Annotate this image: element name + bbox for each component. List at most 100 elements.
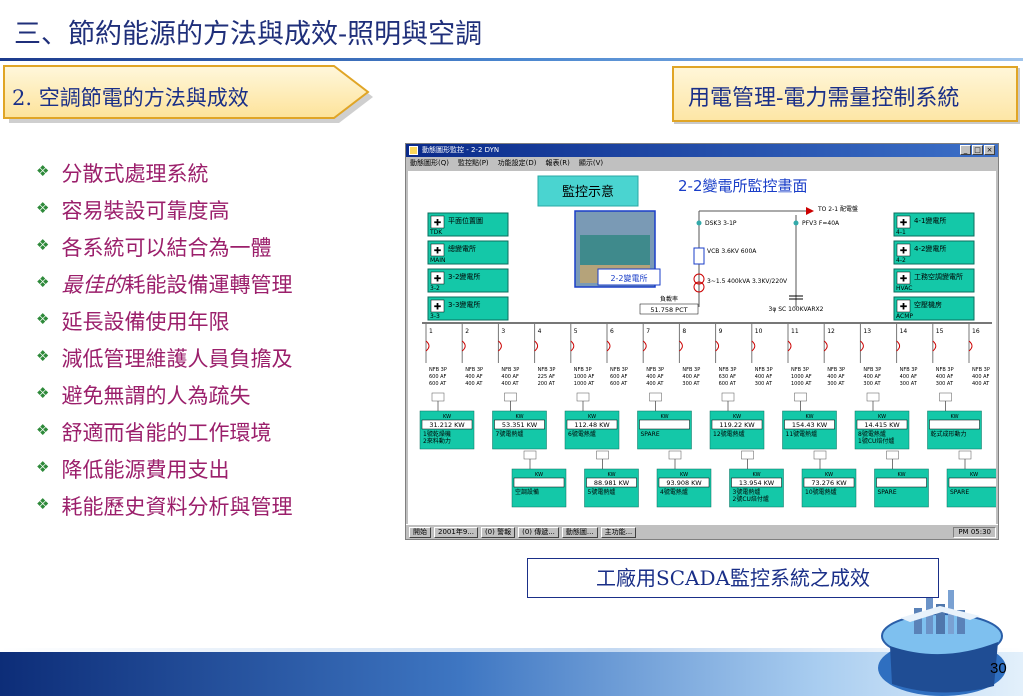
- menu-monitor-points[interactable]: 監控點(P): [458, 157, 489, 169]
- scada-screen-title: 2-2變電所監控畫面: [678, 177, 808, 195]
- nav-cross-glyph: ✚: [434, 247, 442, 257]
- menu-settings[interactable]: 功能設定(D): [498, 157, 537, 169]
- pfv-indicator: [793, 220, 799, 226]
- transformer-label: 3~1.5 400kVA 3.3KV/220V: [707, 278, 788, 285]
- taskbar-item[interactable]: 動態圖...: [561, 526, 598, 538]
- menu-reports[interactable]: 報表(R): [546, 157, 570, 169]
- nfb-rating: 300 AT: [863, 381, 881, 387]
- menu-display[interactable]: 顯示(V): [579, 157, 603, 169]
- nfb-rating: NFB 3P: [900, 367, 918, 373]
- bullet-list: ❖ 分散式處理系統 ❖ 容易裝設可靠度高 ❖ 各系統可以結合為一體 ❖ 最佳的 耗能設備運…: [36, 158, 292, 528]
- load-meter-icon: [794, 392, 807, 402]
- load-unit: KW: [805, 414, 813, 420]
- nav-cross-glyph: ✚: [434, 275, 442, 285]
- load-name: 5號電熱爐: [588, 488, 616, 496]
- subtitle-right: 用電管理-電力需量控制系統: [688, 86, 960, 111]
- bullet-diamond-icon: ❖: [36, 384, 50, 402]
- nfb-rating: NFB 3P: [863, 367, 881, 373]
- nav-code: 3-2: [430, 285, 440, 292]
- load-meter-icon: [523, 450, 537, 460]
- load-unit: KW: [515, 414, 523, 420]
- taskbar-item[interactable]: (0) 警報: [480, 526, 516, 538]
- load-name: 空調設備: [515, 488, 539, 496]
- load-name: 乾式成形動力: [931, 430, 967, 438]
- load-value-box: [639, 419, 690, 430]
- nfb-rating: 200 AT: [538, 381, 556, 387]
- bullet-diamond-icon: ❖: [36, 458, 50, 476]
- close-button[interactable]: ×: [984, 145, 995, 155]
- load-unit: KW: [443, 414, 451, 420]
- bullet-text: 降低能源費用支出: [61, 458, 230, 482]
- load-name: 8號電熱爐: [858, 430, 886, 438]
- bullet-item: ❖ 最佳的 耗能設備運轉管理: [36, 269, 292, 306]
- nav-label: 3-3變電所: [448, 300, 480, 309]
- load-rate-label: 負載率: [660, 295, 678, 303]
- taskbar-clock: PM 05:30: [953, 526, 996, 538]
- nfb-rating: 400 AF: [936, 374, 954, 380]
- load-value: 73.276 KW: [811, 479, 847, 487]
- taskbar-item[interactable]: 主功能...: [600, 526, 637, 538]
- nav-code: 4-1: [896, 229, 906, 236]
- taskbar-item[interactable]: (0) 傳遞...: [518, 526, 559, 538]
- nfb-rating: 1000 AT: [574, 381, 595, 387]
- nfb-rating: NFB 3P: [501, 367, 519, 373]
- nav-code: MAIN: [430, 257, 446, 264]
- load-unit: KW: [535, 472, 543, 478]
- vcb-label: VCB 3.6KV 600A: [707, 248, 757, 255]
- nfb-rating: NFB 3P: [574, 367, 592, 373]
- minimize-button[interactable]: _: [960, 145, 971, 155]
- load-meter-icon: [958, 450, 972, 460]
- scada-canvas: 2-2變電所監控畫面 監控示意 2-2變電所 ✚ 平面位置圖 TDK ✚ 總變電所 MAIN ✚ 3…: [408, 171, 996, 526]
- menu-dynamic-graphics[interactable]: 動態圖形(Q): [410, 157, 449, 169]
- load-name: SPARE: [878, 489, 897, 496]
- scada-diagram: 2-2變電所監控畫面監控示意2-2變電所✚ 平面位置圖TDK✚ 總變電所MAIN✚ 3…: [419, 175, 996, 508]
- nfb-rating: 1000 AT: [791, 381, 812, 387]
- bullet-item: ❖ 避免無謂的人為疏失: [36, 380, 292, 417]
- feeder-number: 8: [682, 328, 686, 335]
- load-value-box: [948, 477, 996, 488]
- load-meter-icon: [504, 392, 517, 402]
- nfb-rating: 400 AF: [863, 374, 881, 380]
- maximize-button[interactable]: □: [972, 145, 983, 155]
- scada-window-titlebar[interactable]: 動態圖形監控 - 2-2 DYN _ □ ×: [406, 144, 998, 157]
- subtitle-right-banner: 用電管理-電力需量控制系統: [672, 66, 1018, 122]
- feeder-number: 14: [900, 328, 908, 335]
- nav-cross-glyph: ✚: [900, 303, 908, 313]
- nav-cross-glyph: ✚: [900, 275, 908, 285]
- nav-label: 3-2變電所: [448, 272, 480, 281]
- nfb-rating: 300 AT: [682, 381, 700, 387]
- bullet-text: 耗能歷史資料分析與管理: [61, 495, 293, 519]
- load-value: 53.351 KW: [502, 421, 538, 429]
- feeder-number: 11: [791, 328, 799, 335]
- bullet-item: ❖ 降低能源費用支出: [36, 454, 292, 491]
- feeder-number: 10: [755, 328, 763, 335]
- nfb-rating: 400 AF: [900, 374, 918, 380]
- nfb-rating: 1000 AF: [574, 374, 595, 380]
- nfb-rating: 400 AF: [646, 374, 664, 380]
- windows-taskbar: 開始 2001年9... (0) 警報 (0) 傳遞... 動態圖... 主功能…: [406, 524, 998, 539]
- bullet-diamond-icon: ❖: [36, 310, 50, 328]
- page-number: 30: [990, 660, 1007, 677]
- bullet-item: ❖ 容易裝設可靠度高: [36, 195, 292, 232]
- feeder-number: 15: [936, 328, 944, 335]
- subtitle-left: 2. 空調節電的方法與成效: [12, 86, 249, 110]
- nfb-rating: NFB 3P: [719, 367, 737, 373]
- nfb-rating: 225 AF: [538, 374, 556, 380]
- bullet-item: ❖ 減低管理維護人員負擔及: [36, 343, 292, 380]
- taskbar-item[interactable]: 2001年9...: [434, 526, 478, 538]
- nav-label: 平面位置圖: [448, 216, 483, 225]
- load-name: 10號電熱爐: [805, 488, 837, 496]
- load-meter-icon: [866, 392, 880, 402]
- nfb-rating: 400 AF: [465, 374, 483, 380]
- subtitle-left-banner: 2. 空調節電的方法與成效: [2, 64, 374, 124]
- load-value: 14.415 KW: [864, 421, 900, 429]
- load-name: 1號CU焙付爐: [858, 437, 894, 445]
- load-value: 13.954 KW: [739, 479, 775, 487]
- bullet-item: ❖ 分散式處理系統: [36, 158, 292, 195]
- feeder-number: 4: [538, 328, 542, 335]
- load-meter-icon: [741, 450, 754, 460]
- feeder-number: 7: [646, 328, 650, 335]
- start-button[interactable]: 開始: [409, 526, 431, 538]
- bullet-text: 容易裝設可靠度高: [61, 199, 230, 223]
- load-unit: KW: [950, 414, 958, 420]
